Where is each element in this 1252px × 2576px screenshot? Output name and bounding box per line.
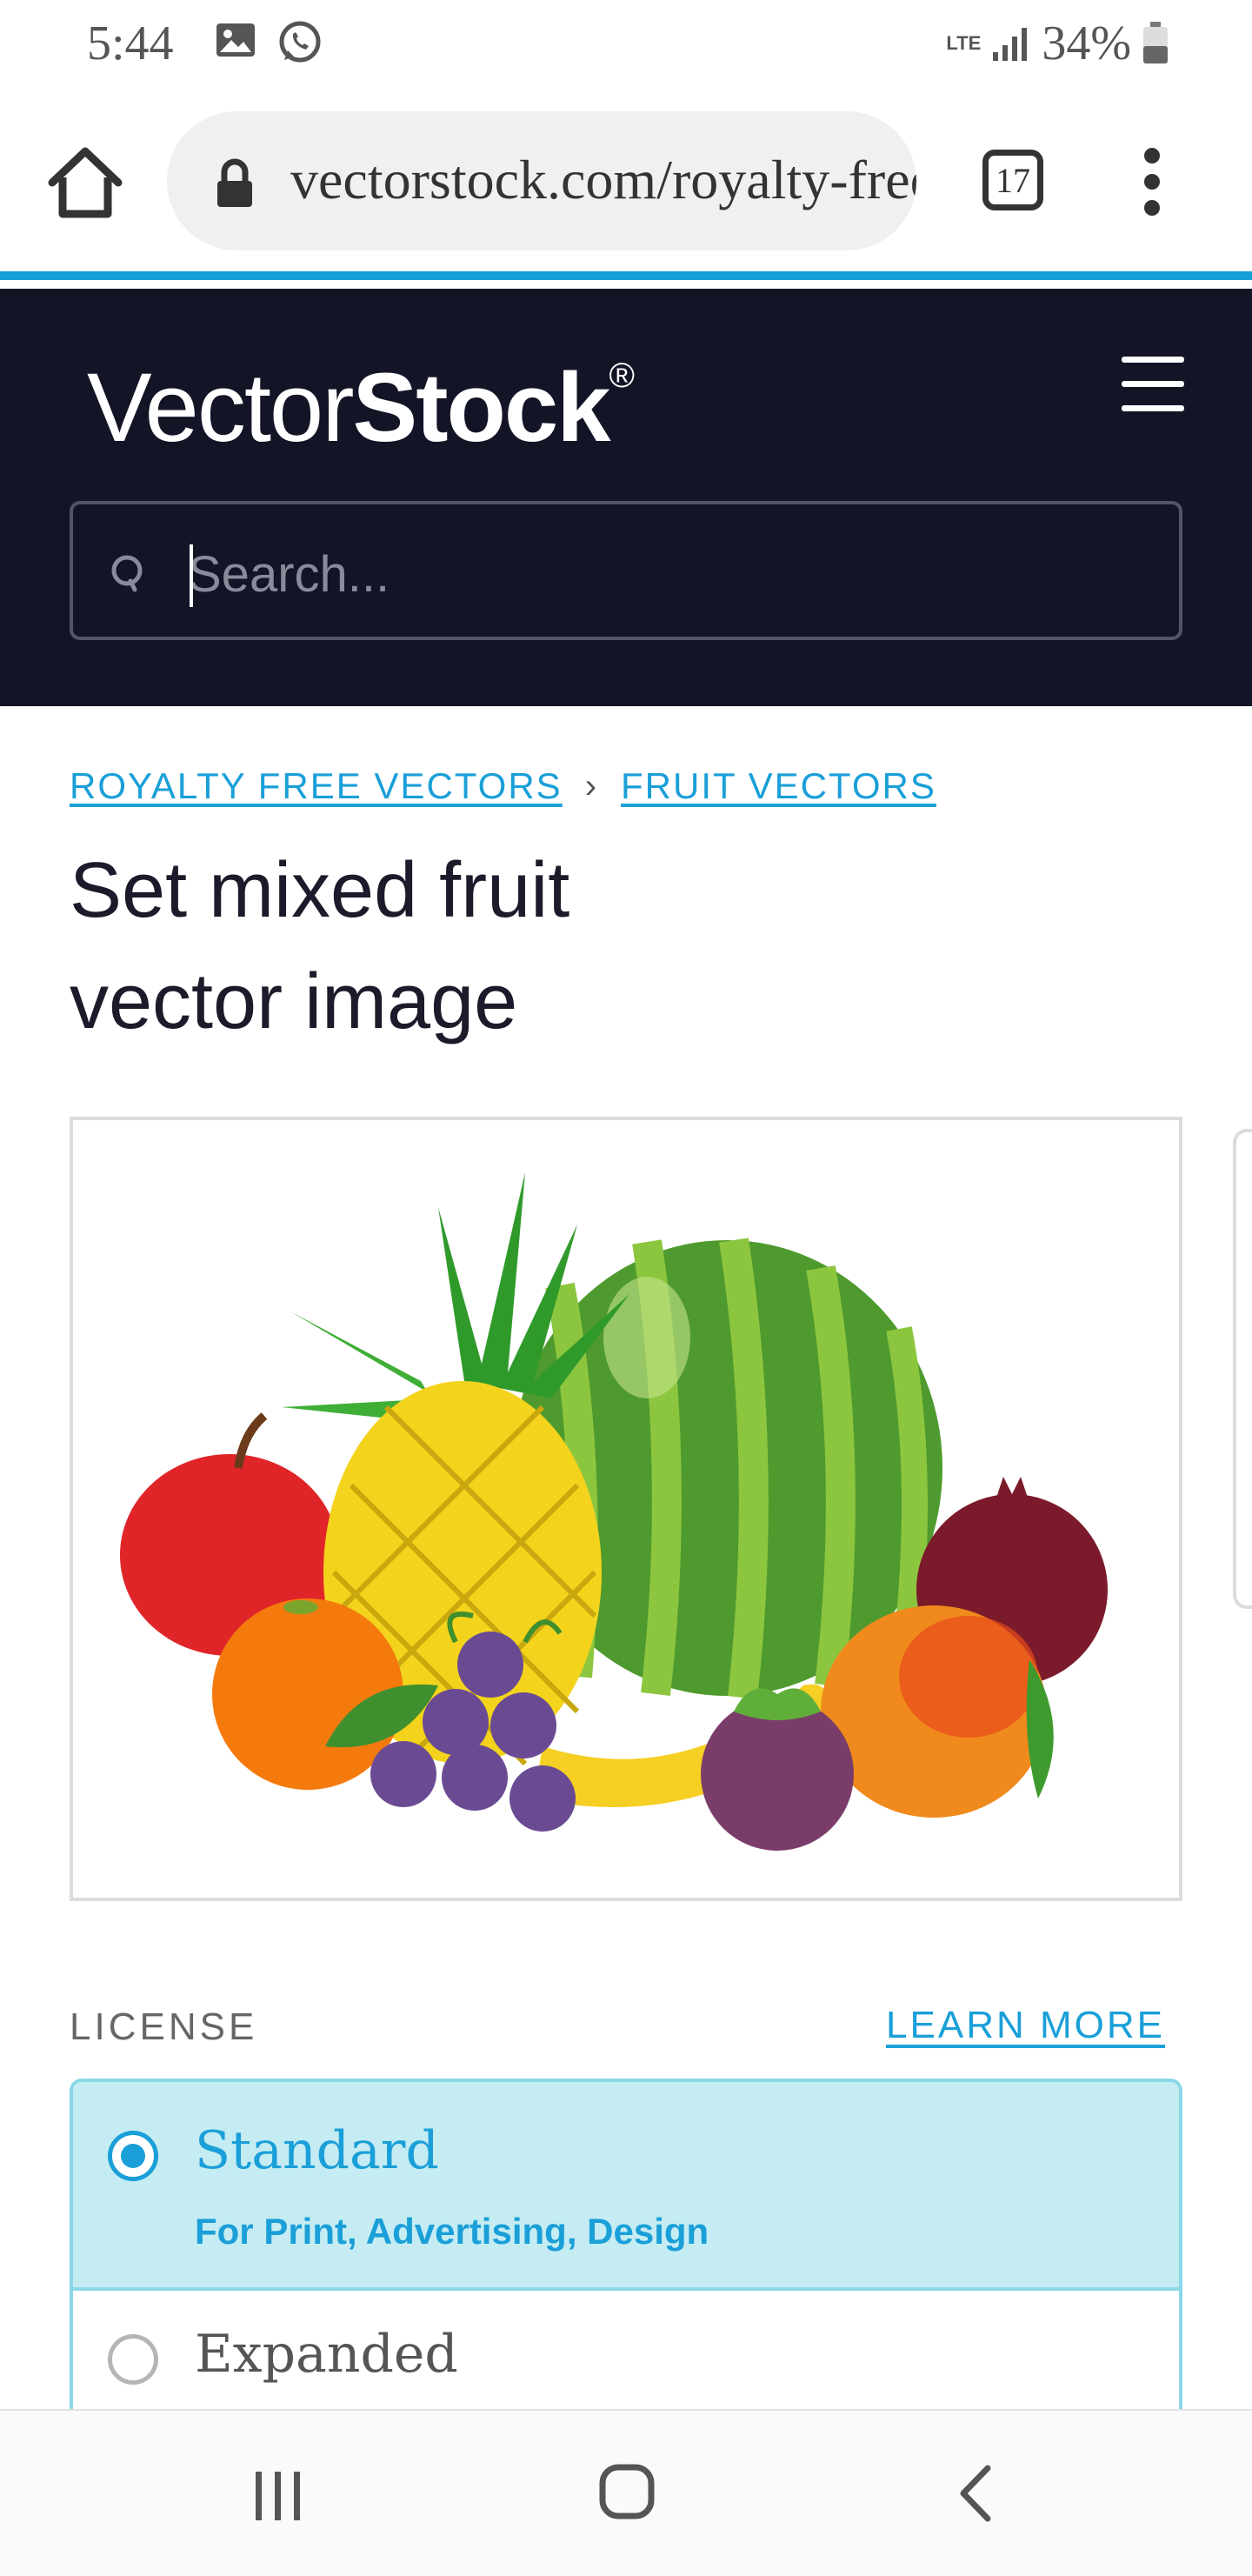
breadcrumb-royalty-free-vectors[interactable]: ROYALTY FREE VECTORS <box>70 765 563 807</box>
search-icon <box>111 555 143 592</box>
menu-dot-icon <box>1144 148 1160 164</box>
license-standard-subtitle: For Print, Advertising, Design <box>195 2211 709 2252</box>
license-label: LICENSE <box>70 2005 258 2048</box>
site-header: VectorStock® <box>0 289 1252 706</box>
status-right: LTE 34% <box>946 16 1169 71</box>
network-type: LTE <box>946 32 982 54</box>
vector-preview-image[interactable] <box>70 1117 1182 1901</box>
tab-switcher-button[interactable]: 17 <box>982 150 1043 210</box>
system-navigation-bar <box>0 2409 1252 2576</box>
url-bar[interactable]: vectorstock.com/royalty-free-vector <box>167 111 916 250</box>
search-input[interactable] <box>186 534 1146 614</box>
license-options: Standard For Print, Advertising, Design … <box>70 2079 1182 2426</box>
radio-unselected-icon[interactable] <box>108 2334 158 2385</box>
license-option-standard[interactable]: Standard For Print, Advertising, Design <box>73 2082 1179 2291</box>
browser-menu-button[interactable] <box>1139 148 1165 226</box>
menu-dot-icon <box>1144 200 1160 216</box>
home-icon[interactable] <box>42 139 129 226</box>
hamburger-line <box>1122 357 1184 363</box>
recent-apps-icon[interactable] <box>250 2470 306 2522</box>
page-title: Set mixed fruit vector image <box>70 847 570 1045</box>
breadcrumb-fruit-vectors[interactable]: FRUIT VECTORS <box>621 765 936 807</box>
logo-text-bold: Stock <box>352 353 611 462</box>
radio-selected-icon[interactable] <box>108 2131 158 2181</box>
registered-mark: ® <box>609 357 636 395</box>
lock-icon <box>217 158 252 207</box>
learn-more-link[interactable]: LEARN MORE <box>886 2004 1165 2047</box>
breadcrumb-separator: › <box>584 766 599 805</box>
hamburger-menu-button[interactable] <box>1122 357 1184 411</box>
battery-icon <box>1143 22 1168 63</box>
signal-icon <box>993 28 1028 61</box>
gallery-notification-icon <box>216 23 255 57</box>
status-time: 5:44 <box>87 17 174 70</box>
browser-toolbar: vectorstock.com/royalty-free-vector 17 <box>0 87 1252 280</box>
home-nav-icon[interactable] <box>598 2463 656 2520</box>
breadcrumb: ROYALTY FREE VECTORS › FRUIT VECTORS <box>70 765 936 807</box>
whatsapp-notification-icon <box>279 21 321 63</box>
back-nav-icon[interactable] <box>956 2465 995 2522</box>
hamburger-line <box>1122 381 1184 387</box>
hamburger-line <box>1122 405 1184 411</box>
license-expanded-title[interactable]: Expanded <box>195 2324 458 2385</box>
url-text: vectorstock.com/royalty-free-vector <box>290 149 916 210</box>
vectorstock-logo[interactable]: VectorStock® <box>87 351 636 464</box>
license-standard-title: Standard <box>195 2120 439 2181</box>
menu-dot-icon <box>1144 174 1160 190</box>
fruit-illustration-icon <box>120 1172 1108 1851</box>
text-caret <box>190 544 193 607</box>
logo-text-regular: Vector <box>87 353 355 462</box>
search-box[interactable] <box>70 501 1182 640</box>
status-bar: 5:44 LTE 34% <box>0 0 1252 87</box>
battery-percent: 34% <box>1042 17 1131 70</box>
next-image-card[interactable] <box>1233 1129 1252 1609</box>
